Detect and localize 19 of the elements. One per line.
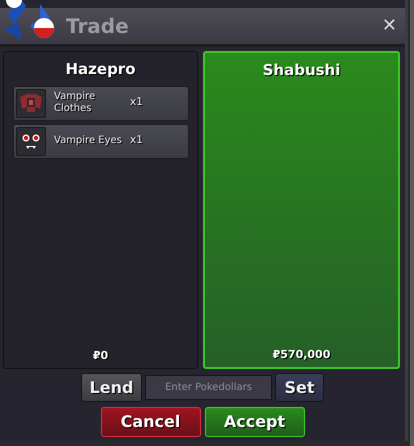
- item-name: Vampire Eyes: [54, 135, 123, 147]
- item-name: Vampire Clothes: [54, 91, 96, 115]
- money-amount: ₽570,000: [272, 346, 332, 362]
- item-quantity: x1: [130, 133, 143, 148]
- vampire-face-icon: [21, 132, 41, 150]
- item-slot[interactable]: Vampire Eyes x1: [13, 124, 189, 158]
- window-title: Trade: [66, 13, 129, 40]
- lend-button[interactable]: Lend: [81, 373, 142, 402]
- trader-name: Hazepro: [64, 59, 137, 80]
- close-button[interactable]: ✕: [382, 17, 397, 35]
- accept-button[interactable]: Accept: [204, 407, 304, 437]
- item-quantity: x1: [130, 95, 143, 110]
- set-button[interactable]: Set: [275, 373, 324, 402]
- trader-name: Shabushi: [262, 60, 342, 81]
- item-slot[interactable]: Vampire Clothes x1: [13, 86, 189, 120]
- cancel-button[interactable]: Cancel: [100, 407, 200, 437]
- money-amount: ₽0: [92, 348, 110, 364]
- vampire-clothes-icon: [19, 93, 43, 113]
- money-input-field[interactable]: Enter Pokedollars: [145, 375, 272, 400]
